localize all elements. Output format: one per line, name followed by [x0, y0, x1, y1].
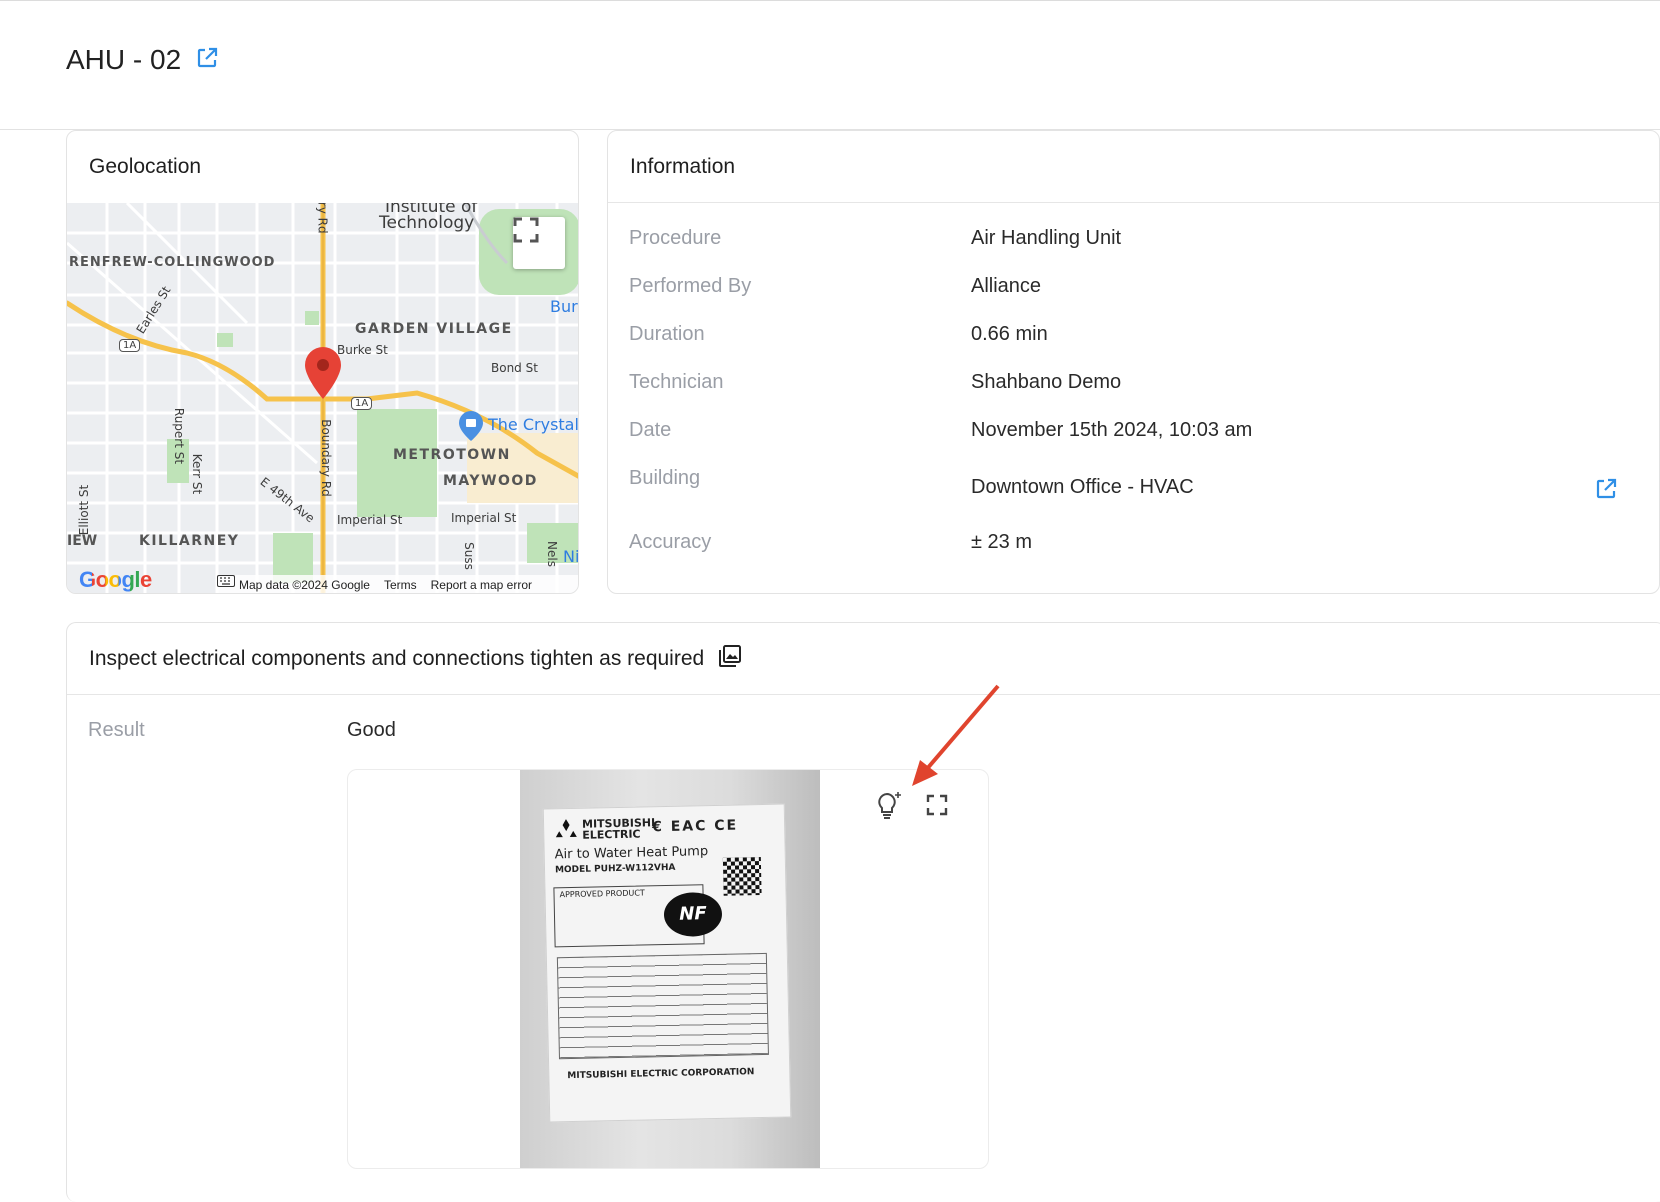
highway-shield-2: 1A: [351, 397, 373, 410]
info-value: Shahbano Demo: [971, 371, 1122, 393]
external-link-icon[interactable]: [195, 46, 219, 75]
fullscreen-icon: [513, 217, 539, 243]
building-link[interactable]: Downtown Office - HVAC: [971, 476, 1194, 499]
gallery-icon[interactable]: [718, 644, 742, 674]
info-label: Technician: [629, 371, 724, 393]
map-label-bond: Bond St: [491, 361, 538, 375]
info-label: Duration: [629, 323, 705, 345]
photo-card: MITSUBISHI ELECTRIC € EAC CE Air to Wate…: [347, 769, 989, 1169]
info-label: Accuracy: [629, 531, 712, 553]
map-label-ary: ary Rd: [315, 203, 330, 234]
map-label-metrotown: METROTOWN: [393, 447, 511, 463]
mitsubishi-logo-icon: [555, 819, 577, 838]
map-data-attribution: Map data ©2024 Google: [239, 578, 370, 592]
info-row-date: Date November 15th 2024, 10:03 am: [629, 419, 1252, 442]
info-row-performed-by: Performed By Alliance: [629, 275, 1041, 298]
geolocation-title: Geolocation: [89, 155, 202, 178]
google-logo: Google: [79, 567, 152, 593]
info-row-accuracy: Accuracy ± 23 m: [629, 531, 1032, 554]
info-row-building: Building Downtown Office - HVAC: [629, 467, 1194, 499]
nameplate-brand: MITSUBISHI ELECTRIC: [582, 816, 656, 842]
page-title: AHU - 02: [66, 44, 182, 75]
map-label-killarney: KILLARNEY: [139, 533, 240, 549]
info-row-technician: Technician Shahbano Demo: [629, 371, 1121, 394]
rating-table: [556, 952, 769, 1060]
building-external-link-icon[interactable]: [1594, 477, 1618, 506]
map-attribution-bar: Map data ©2024 Google Terms Report a map…: [217, 575, 578, 593]
info-value: November 15th 2024, 10:03 am: [971, 419, 1253, 441]
map-label-renfrew: RENFREW-COLLINGWOOD: [69, 255, 276, 270]
map-terms-link[interactable]: Terms: [384, 578, 417, 592]
map-label-nels: Nels: [544, 541, 559, 567]
map-label-bur: Bur: [550, 297, 578, 316]
page-header: AHU - 02: [66, 44, 219, 76]
inspection-header: Inspect electrical components and connec…: [67, 623, 1660, 695]
map-label-rupert: Rupert St: [172, 407, 187, 465]
information-card: Information Procedure Air Handling Unit …: [607, 130, 1660, 594]
info-value: ± 23 m: [971, 531, 1032, 553]
info-label: Procedure: [629, 227, 722, 249]
information-title: Information: [608, 131, 1659, 203]
info-row-duration: Duration 0.66 min: [629, 323, 1048, 346]
map-label-imperial-2: Imperial St: [451, 511, 517, 525]
map-label-boundary: Boundary Rd: [318, 419, 333, 497]
map-label-garden-village: GARDEN VILLAGE: [355, 321, 513, 337]
info-label: Date: [629, 419, 672, 441]
nameplate: MITSUBISHI ELECTRIC € EAC CE Air to Wate…: [542, 803, 792, 1123]
map-label-suss: Suss: [461, 542, 476, 570]
map-label-iew: IEW: [67, 533, 98, 549]
map-fullscreen-button[interactable]: [513, 217, 565, 269]
expand-icon[interactable]: [926, 794, 948, 821]
geolocation-card: Geolocation Institute of Technology RENF…: [66, 130, 579, 594]
info-label: Building: [629, 467, 701, 489]
approved-text: APPROVED PRODUCT: [559, 888, 645, 900]
nf-mark: NF: [663, 891, 723, 938]
map-label-maywood: MAYWOOD: [443, 473, 538, 489]
map-label-ni: Ni: [563, 547, 579, 566]
info-value: Alliance: [971, 275, 1042, 297]
info-label: Performed By: [629, 275, 752, 297]
map-report-link[interactable]: Report a map error: [431, 578, 532, 592]
map[interactable]: Institute of Technology RENFREW-COLLINGW…: [67, 203, 579, 593]
info-value: 0.66 min: [971, 323, 1048, 345]
nameplate-model: MODEL PUHZ-W112VHA: [554, 862, 676, 876]
nameplate-corporation: MITSUBISHI ELECTRIC CORPORATION: [567, 1067, 755, 1082]
google-logo-text: Google: [79, 567, 152, 592]
info-value: Air Handling Unit: [971, 227, 1122, 249]
map-label-elliott: Elliott St: [77, 484, 92, 536]
brand-line-2: ELECTRIC: [582, 827, 641, 842]
result-label: Result: [88, 719, 145, 741]
nameplate-product: Air to Water Heat Pump: [554, 844, 709, 863]
inspection-title: Inspect electrical components and connec…: [89, 646, 705, 670]
highway-shield-1: 1A: [119, 339, 141, 352]
map-label-technology: Technology: [379, 213, 475, 233]
map-label-imperial-1: Imperial St: [337, 513, 403, 527]
map-label-burke: Burke St: [337, 343, 388, 357]
map-label-crystal: The Crystal: [488, 415, 579, 434]
qr-code: [722, 857, 762, 896]
inspection-photo[interactable]: MITSUBISHI ELECTRIC € EAC CE Air to Wate…: [520, 770, 820, 1168]
top-border: [0, 0, 1660, 1]
result-value: Good: [347, 719, 396, 741]
map-label-kerr: Kerr St: [190, 453, 205, 495]
certification-marks: € EAC CE: [651, 817, 739, 836]
inspection-card: Inspect electrical components and connec…: [66, 622, 1660, 1202]
lightbulb-sparkle-icon[interactable]: [876, 790, 904, 825]
info-row-procedure: Procedure Air Handling Unit: [629, 227, 1121, 250]
